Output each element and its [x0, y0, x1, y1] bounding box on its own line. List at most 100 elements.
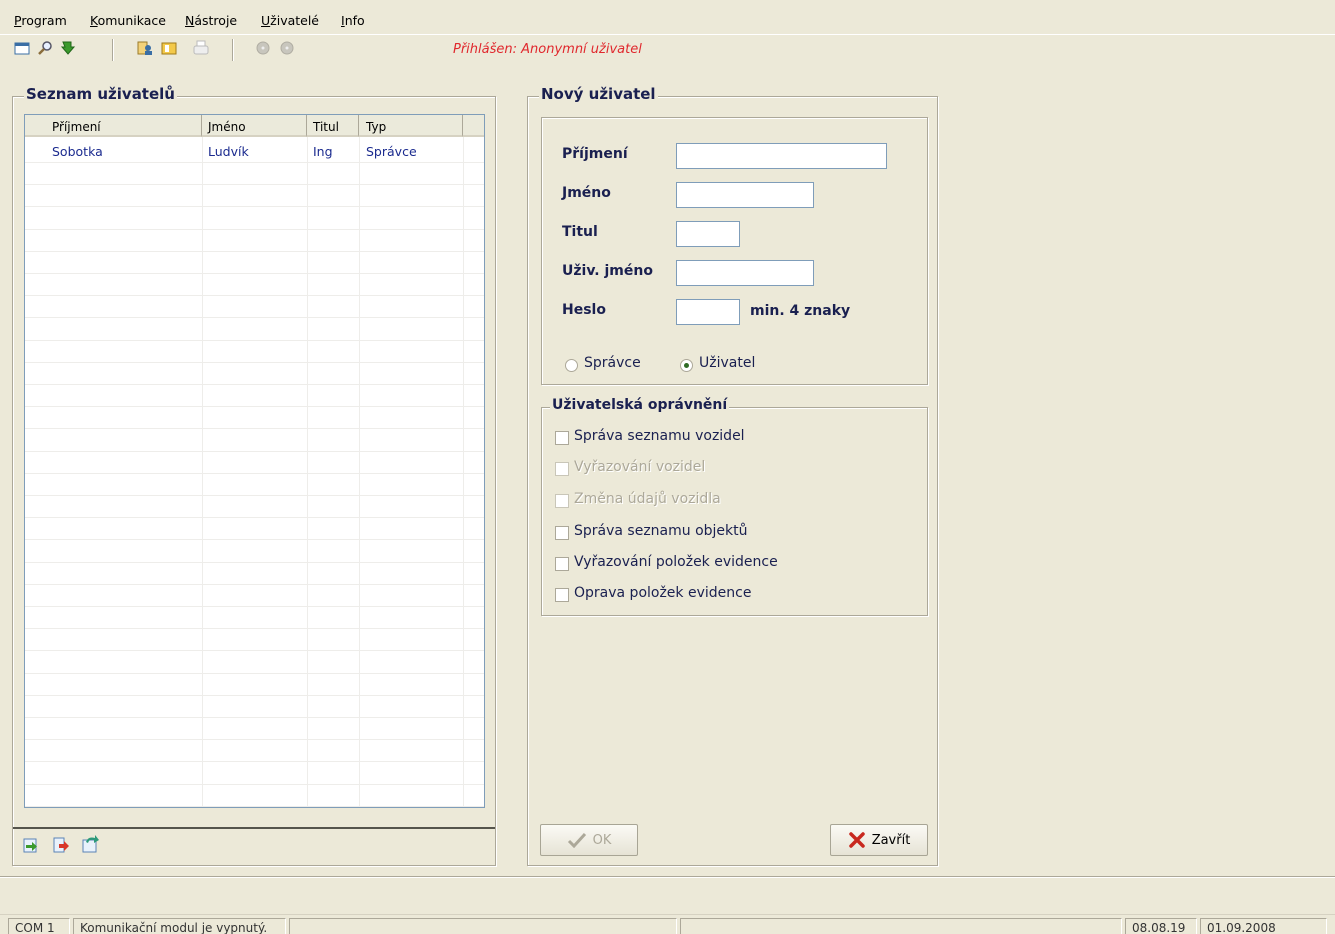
login-status: Přihlášen: Anonymní uživatel	[453, 42, 642, 57]
check-icon	[567, 832, 586, 848]
row-gridline	[25, 695, 484, 696]
column-header-surname[interactable]: Příjmení	[25, 115, 202, 137]
row-gridline	[25, 384, 484, 385]
folder-icon[interactable]	[161, 40, 177, 56]
column-gridline	[463, 137, 464, 807]
row-gridline	[25, 340, 484, 341]
status-empty-panel	[680, 918, 1122, 934]
username-input[interactable]	[676, 260, 814, 286]
print-icon[interactable]	[193, 40, 209, 56]
perm-discard-vehicles-checkbox	[555, 462, 569, 476]
password-label: Heslo	[562, 302, 606, 318]
title-input[interactable]	[676, 221, 740, 247]
status-date: 01.09.2008	[1200, 918, 1327, 934]
toolbar: Přihlášen: Anonymní uživatel	[0, 34, 1335, 64]
row-gridline	[25, 406, 484, 407]
window-icon[interactable]	[14, 40, 30, 56]
row-gridline	[25, 650, 484, 651]
perm-vehicles-checkbox[interactable]	[555, 431, 569, 445]
row-gridline	[25, 362, 484, 363]
row-gridline	[25, 562, 484, 563]
menu-nastroje[interactable]: Nástroje	[185, 13, 237, 28]
search-icon[interactable]	[37, 40, 53, 56]
column-header-name[interactable]: Jméno	[202, 115, 307, 137]
row-gridline	[25, 584, 484, 585]
row-gridline	[25, 162, 484, 163]
user-list[interactable]: Příjmení Jméno Titul Typ Sobotka Ludvík …	[24, 114, 485, 808]
perm-discard-items-label[interactable]: Vyřazování položek evidence	[574, 554, 778, 570]
status-message: Komunikační modul je vypnutý.	[73, 918, 286, 934]
role-admin-label[interactable]: Správce	[584, 355, 641, 371]
menu-program[interactable]: Program	[14, 13, 67, 28]
disc-icon[interactable]	[255, 40, 271, 56]
name-input[interactable]	[676, 182, 814, 208]
title-label: Titul	[562, 224, 598, 240]
row-gridline	[25, 184, 484, 185]
row-gridline	[25, 273, 484, 274]
column-header-type[interactable]: Typ	[359, 115, 463, 137]
permissions-title: Uživatelská oprávnění	[550, 397, 730, 413]
role-admin-radio[interactable]	[565, 359, 578, 372]
menu-komunikace[interactable]: Komunikace	[90, 13, 166, 28]
row-gridline	[25, 806, 484, 807]
perm-objects-label[interactable]: Správa seznamu objektů	[574, 523, 748, 539]
row-gridline	[25, 606, 484, 607]
toolbar-separator	[232, 39, 234, 61]
surname-label: Příjmení	[562, 146, 628, 162]
password-hint: min. 4 znaky	[750, 303, 851, 319]
menu-info[interactable]: Info	[341, 13, 365, 28]
row-gridline	[25, 739, 484, 740]
ok-button[interactable]: OK	[540, 824, 638, 856]
row-gridline	[25, 229, 484, 230]
perm-objects-checkbox[interactable]	[555, 526, 569, 540]
add-user-icon[interactable]	[22, 836, 40, 854]
menu-bar: Program Komunikace Nástroje Uživatelé In…	[0, 0, 1335, 34]
perm-vehicles-label[interactable]: Správa seznamu vozidel	[574, 428, 745, 444]
row-gridline	[25, 251, 484, 252]
toolbar-separator	[112, 39, 114, 61]
status-port: COM 1	[8, 918, 70, 934]
menu-uzivatele[interactable]: Uživatelé	[261, 13, 319, 28]
perm-vehicle-data-checkbox	[555, 494, 569, 508]
row-gridline	[25, 517, 484, 518]
close-button-label: Zavřít	[871, 832, 911, 848]
row-gridline	[25, 206, 484, 207]
column-header-title[interactable]: Titul	[307, 115, 359, 137]
row-gridline	[25, 673, 484, 674]
row-gridline	[25, 784, 484, 785]
row-gridline	[25, 539, 484, 540]
column-gridline	[359, 137, 360, 807]
perm-vehicle-data-label: Změna údajů vozidla	[574, 491, 721, 507]
role-user-radio[interactable]	[680, 359, 693, 372]
perm-discard-items-checkbox[interactable]	[555, 557, 569, 571]
separator	[0, 876, 1335, 878]
panel-divider	[13, 827, 495, 829]
row-gridline	[25, 628, 484, 629]
row-gridline	[25, 717, 484, 718]
perm-fix-items-checkbox[interactable]	[555, 588, 569, 602]
status-time: 08.08.19	[1125, 918, 1197, 934]
row-gridline	[25, 473, 484, 474]
password-input[interactable]	[676, 299, 740, 325]
column-header-filler	[463, 115, 484, 137]
cell-type: Správce	[366, 144, 417, 159]
cell-surname: Sobotka	[52, 144, 103, 159]
perm-fix-items-label[interactable]: Oprava položek evidence	[574, 585, 751, 601]
remove-user-icon[interactable]	[52, 836, 70, 854]
perm-discard-vehicles-label: Vyřazování vozidel	[574, 459, 706, 475]
status-empty-panel	[289, 918, 677, 934]
disc-icon[interactable]	[279, 40, 295, 56]
users-icon[interactable]	[137, 40, 153, 56]
column-gridline	[202, 137, 203, 807]
row-gridline	[25, 317, 484, 318]
column-gridline	[307, 137, 308, 807]
surname-input[interactable]	[676, 143, 887, 169]
refresh-icon[interactable]	[80, 834, 100, 854]
role-user-label[interactable]: Uživatel	[699, 355, 755, 371]
ok-button-label: OK	[592, 832, 612, 848]
close-button[interactable]: Zavřít	[830, 824, 928, 856]
exit-icon[interactable]	[60, 40, 76, 56]
status-bar: COM 1 Komunikační modul je vypnutý. 08.0…	[0, 914, 1335, 934]
row-gridline	[25, 295, 484, 296]
new-user-panel-title: Nový uživatel	[539, 85, 658, 103]
